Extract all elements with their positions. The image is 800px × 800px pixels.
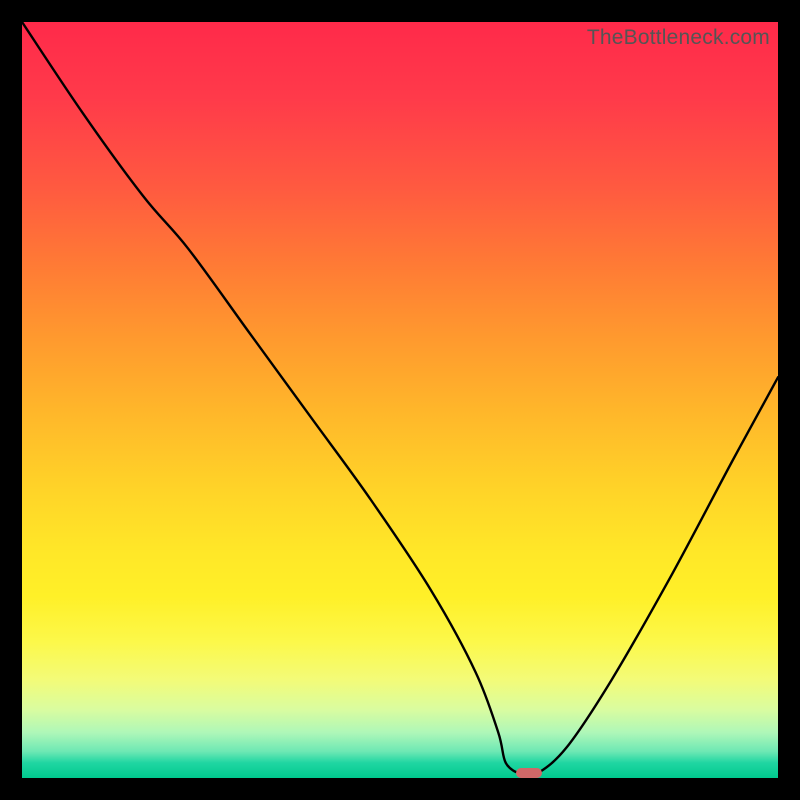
optimum-marker [516,768,542,778]
curve-path [22,22,778,777]
chart-frame: TheBottleneck.com [0,0,800,800]
plot-area: TheBottleneck.com [22,22,778,778]
bottleneck-curve [22,22,778,778]
